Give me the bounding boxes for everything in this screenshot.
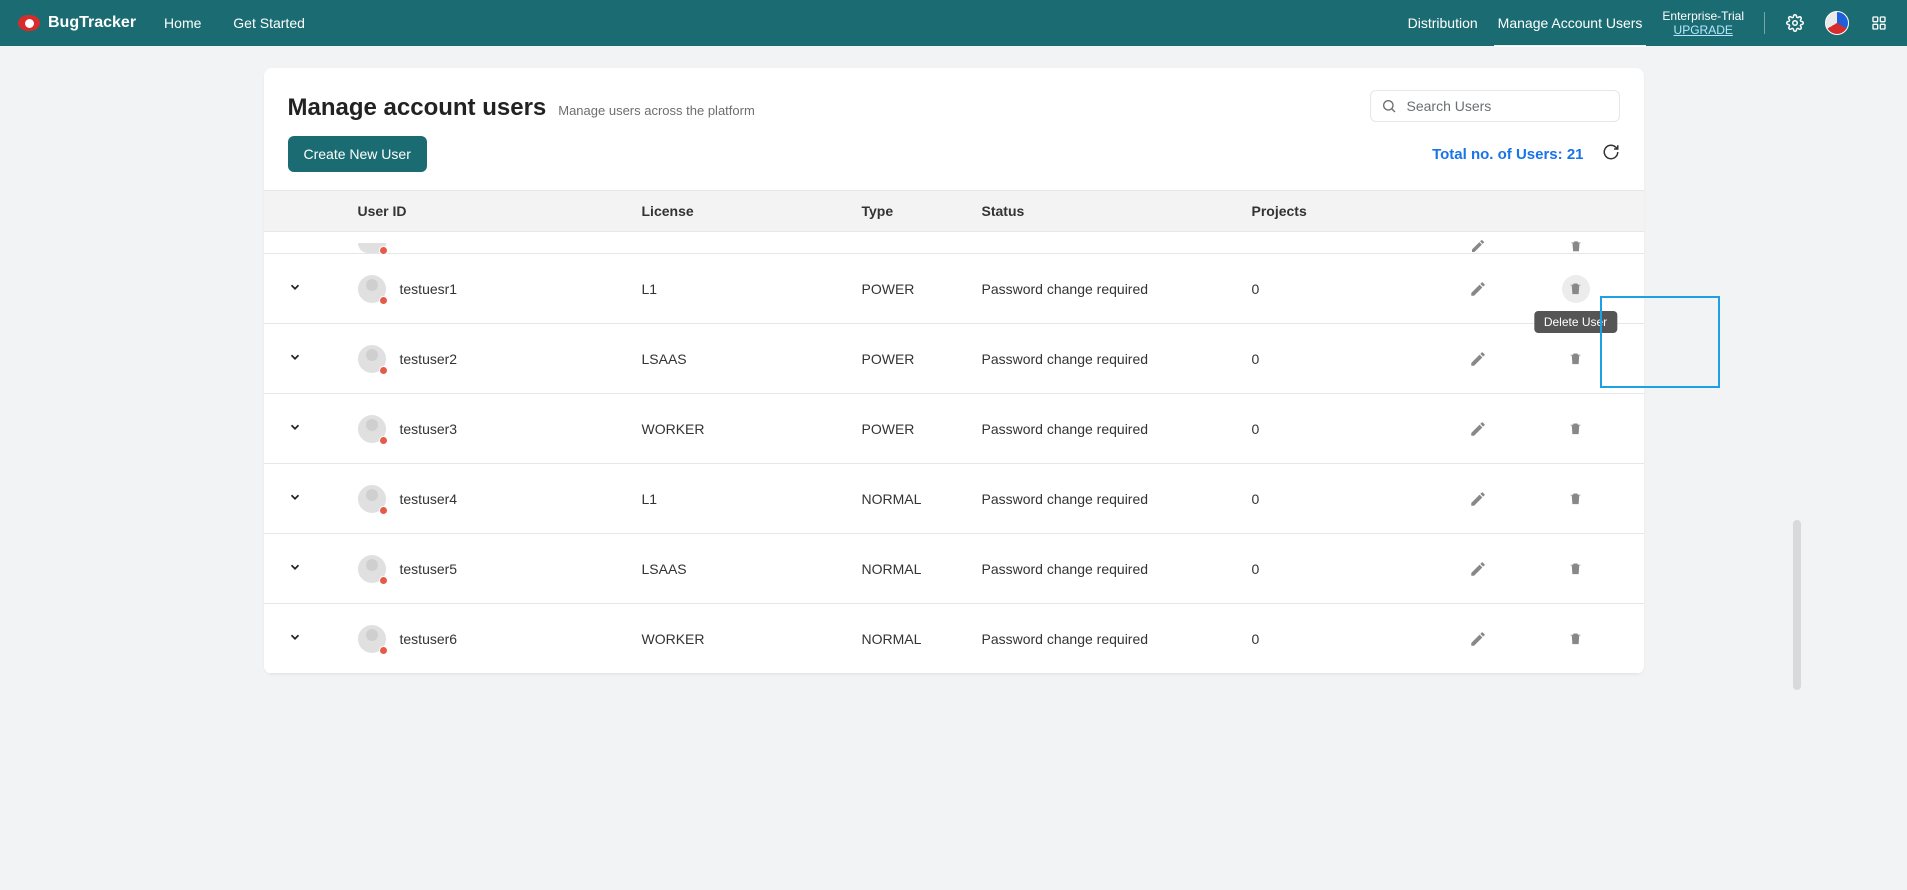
nav-get-started[interactable]: Get Started [233,15,305,31]
chevron-down-icon[interactable] [282,631,302,647]
trash-icon[interactable] [1562,485,1590,513]
edit-icon[interactable] [1464,415,1492,443]
chevron-down-icon[interactable] [282,351,302,367]
chevron-down-icon[interactable] [282,491,302,507]
projects-cell: 0 [1252,561,1452,577]
table-header: User ID License Type Status Projects [264,190,1644,232]
search-box[interactable] [1370,90,1620,122]
table-row-partial [264,232,1644,254]
projects-cell: 0 [1252,631,1452,647]
status-cell: Password change required [982,421,1252,437]
license-cell: L1 [642,281,862,297]
search-input[interactable] [1405,97,1609,115]
user-id: testuser2 [400,351,458,367]
type-cell: POWER [862,351,982,367]
user-id: testuser5 [400,561,458,577]
plan-name: Enterprise-Trial [1662,9,1744,23]
avatar-icon [358,243,386,253]
edit-icon[interactable] [1464,239,1492,253]
table-row: testuser2 LSAAS POWER Password change re… [264,324,1644,394]
app-grid-icon[interactable] [1869,13,1889,33]
license-cell: LSAAS [642,351,862,367]
projects-cell: 0 [1252,491,1452,507]
license-cell: WORKER [642,631,862,647]
col-license: License [642,203,862,219]
nav-home[interactable]: Home [164,15,201,31]
nav-manage-users[interactable]: Manage Account Users [1498,15,1643,43]
avatar-icon [358,275,386,303]
trash-icon[interactable]: Delete User [1562,275,1590,303]
page-title: Manage account users [288,94,547,122]
nav-distribution[interactable]: Distribution [1408,15,1478,43]
avatar-icon [358,415,386,443]
projects-cell: 0 [1252,421,1452,437]
type-cell: POWER [862,421,982,437]
plan-block[interactable]: Enterprise-Trial UPGRADE [1662,9,1744,37]
page-subtitle: Manage users across the platform [558,103,755,118]
avatar-icon [358,485,386,513]
nav-right: Distribution Manage Account Users Enterp… [1408,9,1889,37]
trash-icon[interactable] [1562,415,1590,443]
total-users: Total no. of Users: 21 [1432,146,1583,163]
table-row: testuser3 WORKER POWER Password change r… [264,394,1644,464]
table-row: testuser4 L1 NORMAL Password change requ… [264,464,1644,534]
status-cell: Password change required [982,561,1252,577]
upgrade-link[interactable]: UPGRADE [1674,23,1733,37]
avatar-icon [358,555,386,583]
nav-separator [1764,12,1765,34]
avatar-icon [358,625,386,653]
edit-icon[interactable] [1464,625,1492,653]
table-row: testuesr1 L1 POWER Password change requi… [264,254,1644,324]
chevron-down-icon[interactable] [282,561,302,577]
brand-eye-icon [18,15,40,31]
col-projects: Projects [1252,203,1452,219]
type-cell: NORMAL [862,491,982,507]
edit-icon[interactable] [1464,485,1492,513]
status-cell: Password change required [982,491,1252,507]
status-cell: Password change required [982,351,1252,367]
edit-icon[interactable] [1464,275,1492,303]
col-status: Status [982,203,1252,219]
license-cell: LSAAS [642,561,862,577]
type-cell: NORMAL [862,631,982,647]
nav-left: Home Get Started [164,15,333,31]
chevron-down-icon[interactable] [282,421,302,437]
refresh-icon[interactable] [1602,143,1620,166]
brand[interactable]: BugTracker [18,14,136,32]
users-card: Manage account users Manage users across… [264,68,1644,674]
projects-cell: 0 [1252,281,1452,297]
table-row: testuser5 LSAAS NORMAL Password change r… [264,534,1644,604]
status-cell: Password change required [982,281,1252,297]
avatar-icon [358,345,386,373]
delete-tooltip: Delete User [1534,311,1617,333]
brand-name: BugTracker [48,14,136,32]
col-type: Type [862,203,982,219]
edit-icon[interactable] [1464,345,1492,373]
type-cell: POWER [862,281,982,297]
trash-icon[interactable] [1562,555,1590,583]
user-id: testuser4 [400,491,458,507]
edit-icon[interactable] [1464,555,1492,583]
scrollbar-thumb[interactable] [1793,520,1801,690]
search-icon [1381,98,1397,114]
license-cell: L1 [642,491,862,507]
status-cell: Password change required [982,631,1252,647]
user-id: testuesr1 [400,281,458,297]
user-id: testuser6 [400,631,458,647]
chevron-down-icon[interactable] [282,281,302,297]
type-cell: NORMAL [862,561,982,577]
table-row: testuser6 WORKER NORMAL Password change … [264,604,1644,674]
user-avatar[interactable] [1825,11,1849,35]
trash-icon[interactable] [1562,625,1590,653]
top-nav: BugTracker Home Get Started Distribution… [0,0,1907,46]
trash-icon[interactable] [1562,345,1590,373]
license-cell: WORKER [642,421,862,437]
users-table: User ID License Type Status Projects [264,190,1644,674]
trash-icon[interactable] [1562,239,1590,253]
gear-icon[interactable] [1785,13,1805,33]
col-user-id: User ID [352,203,642,219]
projects-cell: 0 [1252,351,1452,367]
user-id: testuser3 [400,421,458,437]
create-user-button[interactable]: Create New User [288,136,427,172]
